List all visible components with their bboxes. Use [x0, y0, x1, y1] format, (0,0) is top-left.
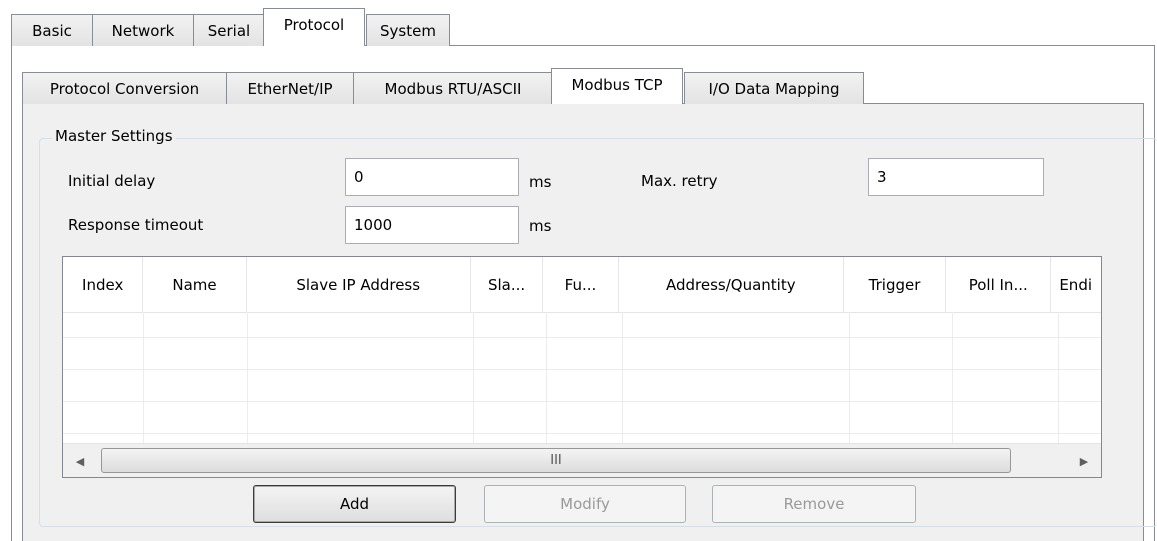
- horizontal-scrollbar[interactable]: ◀ III ▶: [63, 443, 1101, 477]
- initial-delay-input[interactable]: 0: [345, 158, 519, 196]
- subtab-modbus-rtu-ascii[interactable]: Modbus RTU/ASCII: [353, 72, 553, 104]
- column-header-endian[interactable]: Endi: [1051, 257, 1101, 312]
- column-header-index[interactable]: Index: [63, 257, 144, 312]
- table-column-divider: [952, 312, 953, 443]
- subtab-io-data-mapping[interactable]: I/O Data Mapping: [684, 72, 864, 104]
- table-column-divider: [473, 312, 474, 443]
- table-header: Index Name Slave IP Address Sla... Fu...…: [63, 257, 1101, 313]
- response-timeout-label: Response timeout: [68, 216, 204, 234]
- tab-network[interactable]: Network: [92, 14, 194, 46]
- table-row-divider: [63, 369, 1101, 370]
- table-column-divider: [143, 312, 144, 443]
- master-settings-label: Master Settings: [52, 127, 176, 145]
- subtab-ethernet-ip[interactable]: EtherNet/IP: [226, 72, 354, 104]
- column-header-address-quantity[interactable]: Address/Quantity: [619, 257, 844, 312]
- protocol-subtab-strip: Protocol Conversion EtherNet/IP Modbus R…: [22, 68, 864, 104]
- max-retry-label: Max. retry: [641, 172, 718, 190]
- column-header-slave-id[interactable]: Sla...: [471, 257, 544, 312]
- scroll-right-arrow-icon[interactable]: ▶: [1067, 444, 1101, 477]
- scrollbar-grip-icon: III: [550, 453, 562, 468]
- tab-serial[interactable]: Serial: [193, 14, 265, 46]
- add-button[interactable]: Add: [253, 485, 456, 523]
- column-header-slave-ip[interactable]: Slave IP Address: [247, 257, 471, 312]
- table-column-divider: [247, 312, 248, 443]
- column-header-name[interactable]: Name: [143, 257, 247, 312]
- modify-button[interactable]: Modify: [484, 485, 686, 523]
- remove-button[interactable]: Remove: [712, 485, 916, 523]
- column-header-poll-interval[interactable]: Poll In...: [946, 257, 1052, 312]
- tab-system[interactable]: System: [366, 14, 450, 46]
- table-column-divider: [622, 312, 623, 443]
- response-timeout-unit: ms: [529, 217, 552, 235]
- table-row-divider: [63, 433, 1101, 434]
- table-column-divider: [1058, 312, 1059, 443]
- modbus-command-table[interactable]: Index Name Slave IP Address Sla... Fu...…: [62, 256, 1102, 478]
- tab-protocol[interactable]: Protocol: [263, 8, 365, 46]
- max-retry-input[interactable]: 3: [868, 158, 1044, 196]
- subtab-protocol-conversion[interactable]: Protocol Conversion: [22, 72, 227, 104]
- table-column-divider: [546, 312, 547, 443]
- initial-delay-label: Initial delay: [68, 172, 156, 190]
- scrollbar-thumb[interactable]: III: [101, 448, 1011, 473]
- table-row-divider: [63, 337, 1101, 338]
- column-header-trigger[interactable]: Trigger: [844, 257, 947, 312]
- response-timeout-input[interactable]: 1000: [345, 206, 519, 244]
- column-header-function[interactable]: Fu...: [543, 257, 619, 312]
- initial-delay-unit: ms: [529, 173, 552, 191]
- scroll-left-arrow-icon[interactable]: ◀: [63, 444, 97, 477]
- table-column-divider: [849, 312, 850, 443]
- subtab-modbus-tcp[interactable]: Modbus TCP: [551, 68, 683, 104]
- table-row-divider: [63, 401, 1101, 402]
- main-tab-strip: Basic Network Serial Protocol System: [11, 8, 450, 46]
- tab-basic[interactable]: Basic: [11, 14, 93, 46]
